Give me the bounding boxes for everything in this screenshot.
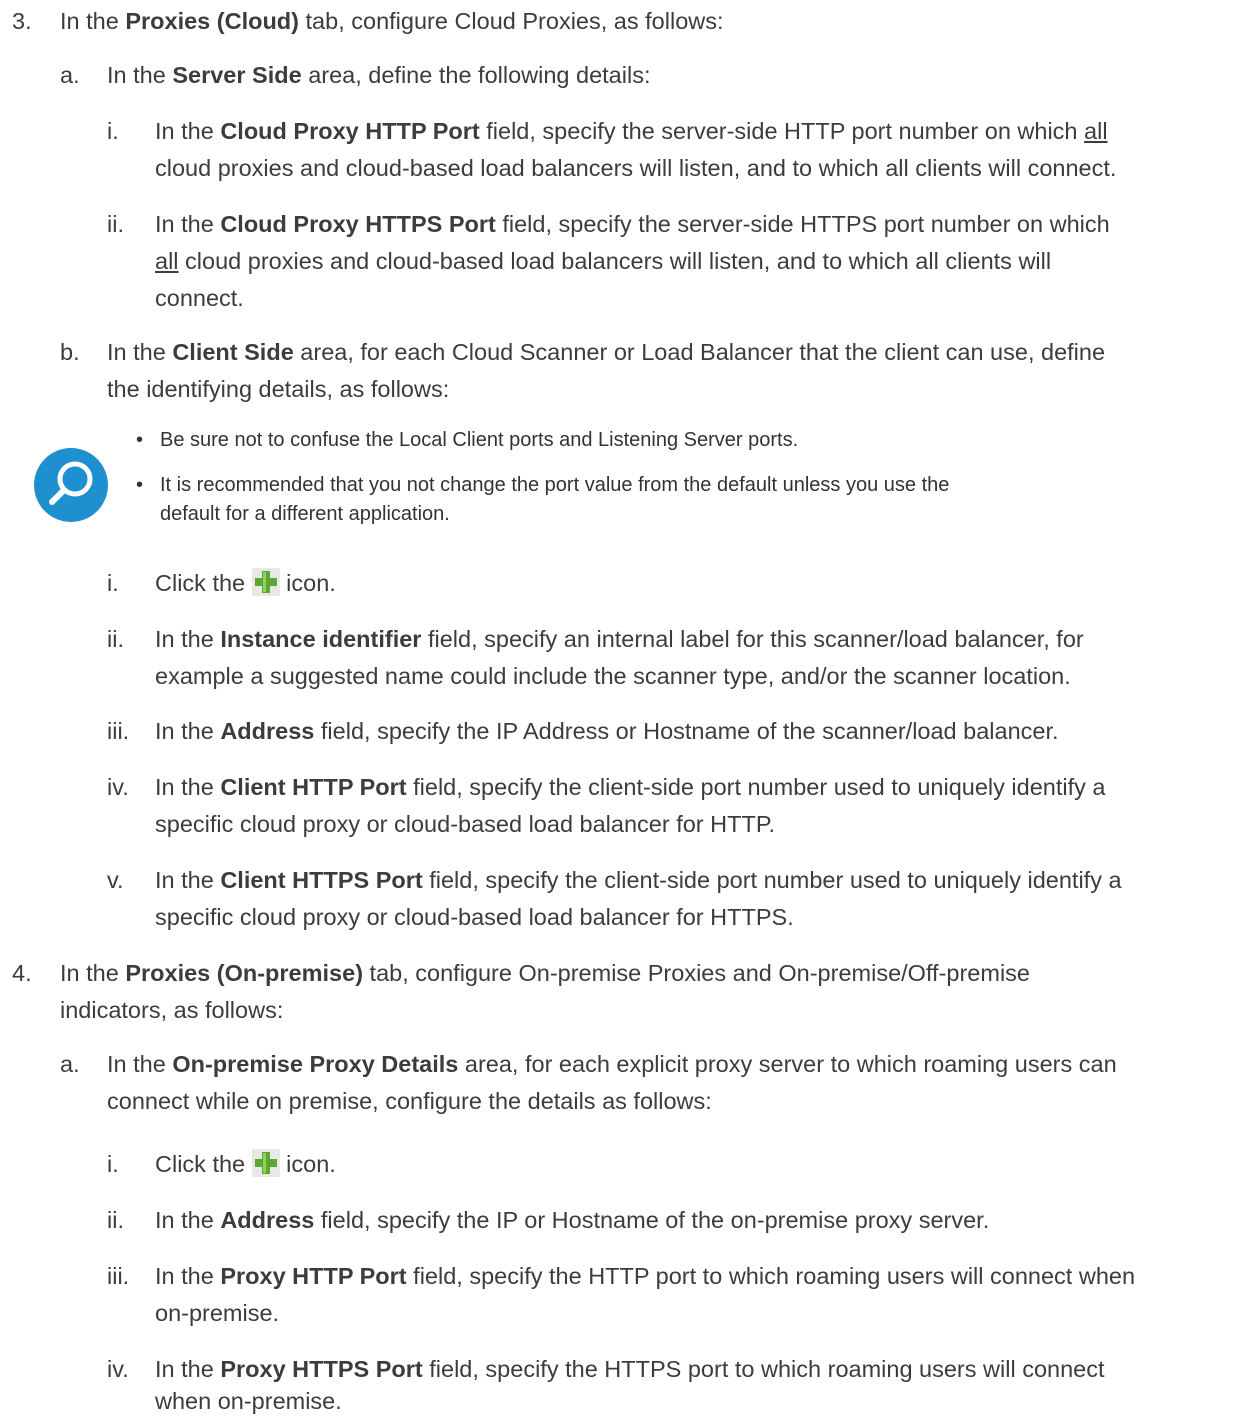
magnifier-icon (34, 448, 108, 522)
field-name-address: Address (220, 718, 315, 744)
step-3b-letter: b. (60, 339, 80, 365)
step-4a-iii-line2: on-premise. (155, 1300, 280, 1326)
step-3a-i-line1: In the Cloud Proxy HTTP Port field, spec… (155, 118, 1108, 144)
step-4a-iii-line1: In the Proxy HTTP Port field, specify th… (155, 1263, 1136, 1289)
step-3b-iv-numeral: iv. (107, 774, 129, 800)
step-3b-line2: the identifying details, as follows: (107, 376, 450, 402)
step-3a-ii-line2: all cloud proxies and cloud-based load b… (155, 248, 1052, 274)
step-4a-iv-line2: when on-premise. (155, 1388, 342, 1414)
step-3b-ii-line2: example a suggested name could include t… (155, 663, 1071, 689)
step-4a-iii-numeral: iii. (107, 1263, 130, 1289)
step-4a-ii-numeral: ii. (107, 1207, 124, 1233)
step-3-text: In the Proxies (Cloud) tab, configure Cl… (60, 8, 724, 34)
field-name-cloud-proxy-http-port: Cloud Proxy HTTP Port (220, 118, 480, 144)
plus-icon (251, 1149, 280, 1177)
step-3b-ii-line1: In the Instance identifier field, specif… (155, 626, 1084, 652)
field-name-proxy-https-port: Proxy HTTPS Port (220, 1356, 423, 1382)
step-4a-letter: a. (60, 1051, 80, 1077)
step-4a-line1: In the On-premise Proxy Details area, fo… (107, 1051, 1117, 1077)
step-4-line1: In the Proxies (On-premise) tab, configu… (60, 960, 1030, 986)
step-4-line2: indicators, as follows: (60, 997, 284, 1023)
note-bullet-2: • It is recommended that you not change … (136, 474, 950, 525)
area-name-server-side: Server Side (172, 62, 302, 88)
tab-name-proxies-cloud: Proxies (Cloud) (125, 8, 299, 34)
step-3b-iii-numeral: iii. (107, 718, 130, 744)
step-4a-iv-numeral: iv. (107, 1356, 129, 1382)
step-3b-line1: In the Client Side area, for each Cloud … (107, 339, 1106, 365)
step-3b-iv-line2: specific cloud proxy or cloud-based load… (155, 811, 776, 837)
step-4a-i-text: Click the icon. (155, 1149, 336, 1177)
step-3a-i-numeral: i. (107, 118, 119, 144)
step-3b-v-line1: In the Client HTTPS Port field, specify … (155, 867, 1122, 893)
field-name-client-https-port: Client HTTPS Port (220, 867, 423, 893)
field-name-cloud-proxy-https-port: Cloud Proxy HTTPS Port (220, 211, 496, 237)
field-name-address: Address (220, 1207, 315, 1233)
area-name-on-premise-proxy-details: On-premise Proxy Details (172, 1051, 459, 1077)
step-3b-v-line2: specific cloud proxy or cloud-based load… (155, 904, 794, 930)
step-3a-ii-numeral: ii. (107, 211, 124, 237)
step-4-number: 4. (12, 960, 32, 986)
plus-icon (251, 568, 280, 596)
step-3b-iv-line1: In the Client HTTP Port field, specify t… (155, 774, 1106, 800)
step-4a-ii-text: In the Address field, specify the IP or … (155, 1207, 990, 1233)
step-4a-line2: connect while on premise, configure the … (107, 1088, 712, 1114)
step-3b-ii-numeral: ii. (107, 626, 124, 652)
step-3a-i-line2: cloud proxies and cloud-based load balan… (155, 155, 1117, 181)
field-name-instance-identifier: Instance identifier (220, 626, 422, 652)
step-3b-v-numeral: v. (107, 867, 124, 893)
step-3b-i-text: Click the icon. (155, 568, 336, 596)
area-name-client-side: Client Side (172, 339, 294, 365)
step-3-number: 3. (12, 8, 32, 34)
field-name-proxy-http-port: Proxy HTTP Port (220, 1263, 407, 1289)
step-3a-letter: a. (60, 62, 80, 88)
step-4a-i-numeral: i. (107, 1151, 119, 1177)
step-3b-i-numeral: i. (107, 570, 119, 596)
step-3a-ii-line3: connect. (155, 285, 244, 311)
note-bullet-1: • Be sure not to confuse the Local Clien… (136, 429, 799, 451)
tab-name-proxies-on-premise: Proxies (On-premise) (125, 960, 364, 986)
step-3a-text: In the Server Side area, define the foll… (107, 62, 651, 88)
field-name-client-http-port: Client HTTP Port (220, 774, 407, 800)
step-3a-ii-line1: In the Cloud Proxy HTTPS Port field, spe… (155, 211, 1110, 237)
step-3b-iii-text: In the Address field, specify the IP Add… (155, 718, 1059, 744)
